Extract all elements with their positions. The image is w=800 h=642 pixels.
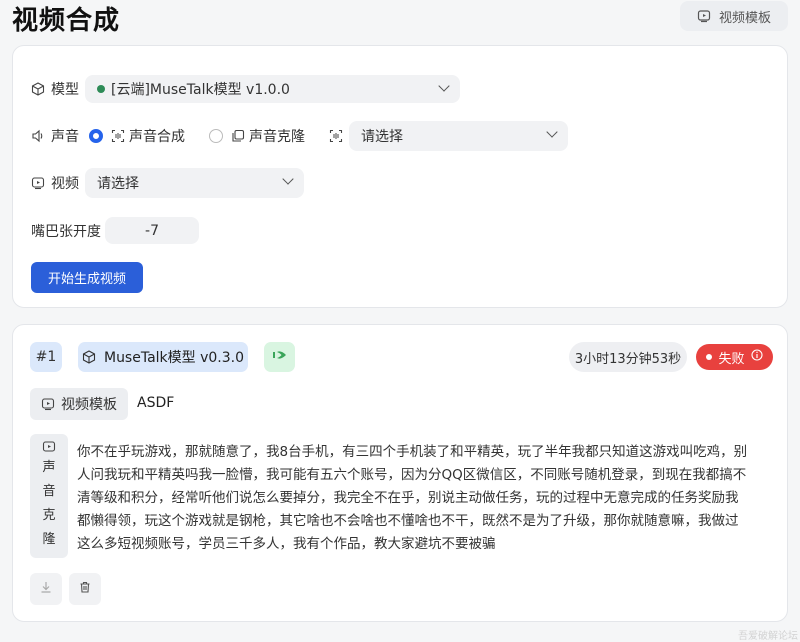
voice-type-char: 克 xyxy=(42,506,55,526)
task-model-badge: MuseTalk模型 v0.3.0 xyxy=(78,342,248,372)
model-label-text: 模型 xyxy=(51,79,79,99)
voice-synth-label[interactable]: 声音合成 xyxy=(129,126,185,146)
video-row: 视频 请选择 xyxy=(31,168,304,198)
voice-type-char: 声 xyxy=(42,458,55,478)
video-label: 视频 xyxy=(31,173,79,193)
nvidia-icon xyxy=(272,349,288,365)
task-index-badge: #1 xyxy=(30,342,62,372)
download-icon xyxy=(40,581,52,597)
cube-icon xyxy=(31,82,45,96)
download-button[interactable] xyxy=(30,573,62,605)
task-template-name: ASDF xyxy=(137,395,174,411)
video-select[interactable]: 请选择 xyxy=(85,168,304,198)
video-template-icon xyxy=(697,9,711,23)
status-dot xyxy=(706,354,712,360)
model-row: 模型 [云端]MuseTalk模型 v1.0.0 xyxy=(31,75,460,103)
video-icon xyxy=(31,176,45,190)
model-select[interactable]: [云端]MuseTalk模型 v1.0.0 xyxy=(85,75,460,103)
voice-clone-radio[interactable] xyxy=(209,129,223,143)
task-template-chip: 视频模板 xyxy=(30,388,128,420)
task-card: #1 MuseTalk模型 v0.3.0 3小时13分钟53秒 失败 视频模板 … xyxy=(12,324,788,622)
voice-label-text: 声音 xyxy=(51,126,79,146)
voice-synth-icon xyxy=(111,129,125,143)
model-online-dot xyxy=(97,85,105,93)
task-model-name: MuseTalk模型 v0.3.0 xyxy=(104,347,244,367)
video-template-icon xyxy=(41,397,55,411)
task-duration: 3小时13分钟53秒 xyxy=(569,342,687,372)
voice-clone-icon xyxy=(231,129,245,143)
chevron-down-icon xyxy=(282,173,293,184)
voice-label: 声音 xyxy=(31,126,79,146)
nvidia-badge xyxy=(264,342,295,372)
speaker-icon xyxy=(31,129,45,143)
mouth-open-value: -7 xyxy=(145,223,159,239)
voice-select-icon xyxy=(329,129,343,143)
trash-icon xyxy=(79,581,91,597)
voice-synth-radio[interactable] xyxy=(89,129,103,143)
voice-type-tag: 声 音 克 隆 xyxy=(30,434,68,558)
page-title: 视频合成 xyxy=(12,0,120,37)
mouth-open-input[interactable]: -7 xyxy=(105,217,199,244)
voice-select-placeholder: 请选择 xyxy=(361,126,403,146)
video-label-text: 视频 xyxy=(51,173,79,193)
task-script-text: 你不在乎玩游戏，那就随意了，我8台手机，有三四个手机装了和平精英，玩了半年我都只… xyxy=(77,441,749,556)
voice-clone-label[interactable]: 声音克隆 xyxy=(249,126,305,146)
model-label: 模型 xyxy=(31,79,79,99)
voice-type-char: 音 xyxy=(42,482,55,502)
video-select-placeholder: 请选择 xyxy=(97,173,139,193)
voice-row: 声音 声音合成 声音克隆 请选择 xyxy=(31,121,568,151)
video-template-button-label: 视频模板 xyxy=(719,7,771,26)
start-generate-button[interactable]: 开始生成视频 xyxy=(31,262,143,293)
voice-clone-icon xyxy=(42,440,56,454)
voice-select[interactable]: 请选择 xyxy=(349,121,568,151)
model-select-value: [云端]MuseTalk模型 v1.0.0 xyxy=(111,79,290,99)
chevron-down-icon xyxy=(546,126,557,137)
voice-type-char: 隆 xyxy=(42,530,55,550)
watermark: 吾爱破解论坛 xyxy=(738,627,798,642)
cube-icon xyxy=(82,350,96,364)
info-icon xyxy=(751,349,763,365)
synthesis-form-card: 模型 [云端]MuseTalk模型 v1.0.0 声音 声音合成 声音克隆 xyxy=(12,45,788,308)
chevron-down-icon xyxy=(438,80,449,91)
delete-button[interactable] xyxy=(69,573,101,605)
mouth-label: 嘴巴张开度 xyxy=(31,221,101,241)
mouth-row: 嘴巴张开度 -7 xyxy=(31,217,199,244)
video-template-button[interactable]: 视频模板 xyxy=(680,1,788,31)
status-text: 失败 xyxy=(718,348,744,367)
status-badge[interactable]: 失败 xyxy=(696,344,773,370)
task-template-label: 视频模板 xyxy=(61,394,117,414)
